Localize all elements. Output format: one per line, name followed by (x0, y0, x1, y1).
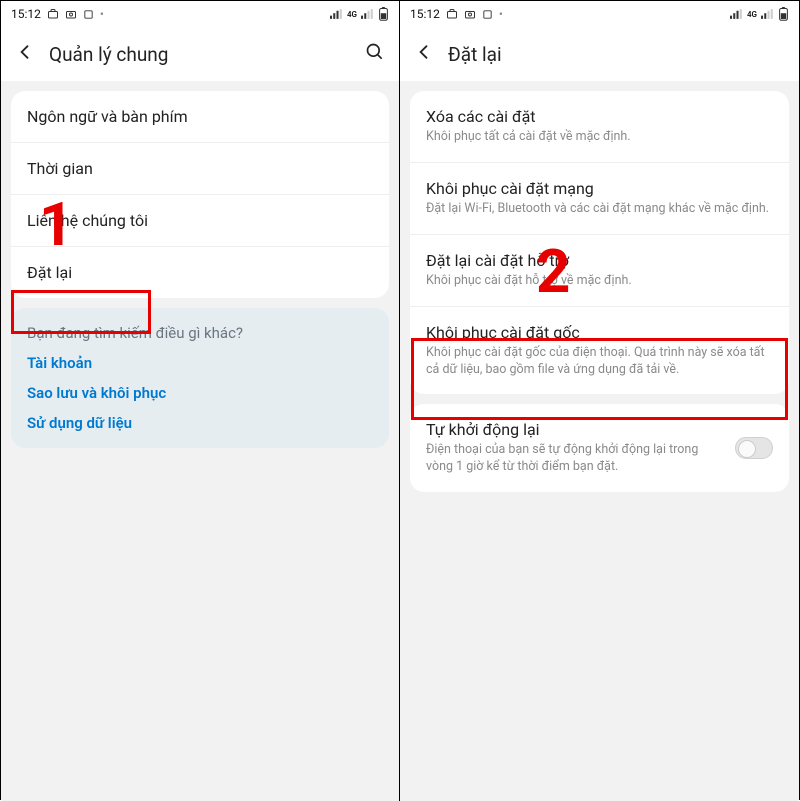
row-auto-restart[interactable]: Tự khởi động lại Điện thoại của bạn sẽ t… (410, 404, 789, 492)
briefcase-icon (446, 8, 458, 20)
signal-icon (730, 9, 743, 19)
square-icon (83, 9, 94, 20)
square-icon (482, 9, 493, 20)
dot-icon: • (100, 7, 104, 21)
camera-icon (65, 8, 77, 20)
row-factory-reset[interactable]: Khôi phục cài đặt gốc Khôi phục cài đặt … (410, 307, 789, 395)
row-language-keyboard[interactable]: Ngôn ngữ và bàn phím (11, 91, 389, 143)
phone-screen-left: 15:12 • 4G Quản lý chung Ngôn ngữ và bàn (1, 1, 400, 801)
row-reset-accessibility[interactable]: Đặt lại cài đặt hỗ trợ Khôi phục cài đặt… (410, 235, 789, 307)
battery-icon (378, 7, 389, 21)
row-title: Thời gian (27, 159, 373, 178)
status-bar: 15:12 • 4G (400, 1, 799, 27)
camera-icon (464, 8, 476, 20)
search-icon[interactable] (365, 42, 385, 66)
row-title: Liên hệ chúng tôi (27, 211, 373, 230)
status-bar: 15:12 • 4G (1, 1, 399, 27)
row-reset-network[interactable]: Khôi phục cài đặt mạng Đặt lại Wi-Fi, Bl… (410, 163, 789, 235)
status-time: 15:12 (11, 7, 41, 21)
row-subtitle: Đặt lại Wi-Fi, Bluetooth và các cài đặt … (426, 201, 773, 218)
link-data-usage[interactable]: Sử dụng dữ liệu (27, 414, 373, 432)
signal-icon-2 (761, 9, 774, 19)
row-subtitle: Khôi phục tất cả cài đặt về mặc định. (426, 129, 773, 146)
row-reset-settings[interactable]: Xóa các cài đặt Khôi phục tất cả cài đặt… (410, 91, 789, 163)
back-icon[interactable] (414, 42, 434, 66)
page-header: Đặt lại (400, 27, 799, 81)
link-backup-restore[interactable]: Sao lưu và khôi phục (27, 384, 373, 402)
row-title: Ngôn ngữ và bàn phím (27, 107, 373, 126)
phone-screen-right: 15:12 • 4G Đặt lại Xóa các cài đặt Khô (400, 1, 799, 801)
row-subtitle: Khôi phục cài đặt hỗ trợ về mặc định. (426, 273, 773, 290)
reset-group: Xóa các cài đặt Khôi phục tất cả cài đặt… (410, 91, 789, 394)
row-title: Xóa các cài đặt (426, 107, 773, 126)
row-contact-us[interactable]: Liên hệ chúng tôi (11, 195, 389, 247)
row-reset[interactable]: Đặt lại (11, 247, 389, 298)
row-title: Khôi phục cài đặt mạng (426, 179, 773, 198)
row-title: Khôi phục cài đặt gốc (426, 323, 773, 342)
row-title: Đặt lại (27, 263, 373, 282)
row-title: Đặt lại cài đặt hỗ trợ (426, 251, 773, 270)
status-time: 15:12 (410, 7, 440, 21)
page-title: Quản lý chung (49, 43, 351, 66)
signal-icon (330, 9, 343, 19)
network-label: 4G (347, 10, 357, 19)
row-time[interactable]: Thời gian (11, 143, 389, 195)
briefcase-icon (47, 8, 59, 20)
suggestions-card: Bạn đang tìm kiếm điều gì khác? Tài khoả… (11, 308, 389, 448)
settings-group: Ngôn ngữ và bàn phím Thời gian Liên hệ c… (11, 91, 389, 298)
auto-restart-toggle[interactable] (735, 437, 773, 459)
row-subtitle: Khôi phục cài đặt gốc của điện thoại. Qu… (426, 345, 773, 379)
row-subtitle: Điện thoại của bạn sẽ tự động khởi động … (426, 442, 725, 476)
battery-icon (778, 7, 789, 21)
network-label: 4G (747, 10, 757, 19)
dot-icon: • (499, 7, 503, 21)
link-accounts[interactable]: Tài khoản (27, 354, 373, 372)
back-icon[interactable] (15, 42, 35, 66)
signal-icon-2 (361, 9, 374, 19)
page-header: Quản lý chung (1, 27, 399, 81)
suggestions-heading: Bạn đang tìm kiếm điều gì khác? (27, 324, 373, 342)
page-title: Đặt lại (448, 43, 785, 66)
row-title: Tự khởi động lại (426, 420, 725, 439)
auto-restart-group: Tự khởi động lại Điện thoại của bạn sẽ t… (410, 404, 789, 492)
